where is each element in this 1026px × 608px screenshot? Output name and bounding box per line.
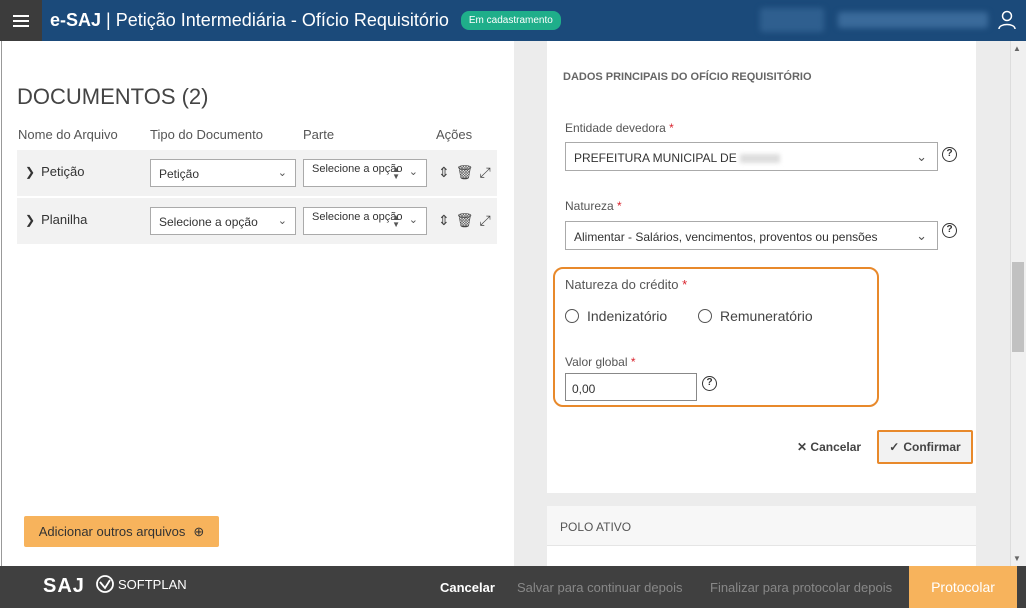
form-cancel-button[interactable]: ✕ Cancelar — [797, 440, 861, 454]
reorder-icon[interactable]: ⇕ — [438, 212, 456, 228]
radio-circle-icon[interactable] — [698, 309, 712, 323]
app-title: e-SAJ | Petição Intermediária - Ofício R… — [50, 10, 449, 31]
blurred-text — [740, 154, 781, 164]
user-name-blurred — [838, 12, 988, 28]
status-badge: Em cadastramento — [460, 11, 561, 30]
valor-global-label: Valor global * — [565, 355, 636, 369]
row-actions: ⇕🗑⤢ — [438, 212, 497, 229]
chevron-down-icon: ⌄ — [277, 167, 287, 179]
user-icon[interactable] — [998, 10, 1016, 30]
section-title: DADOS PRINCIPAIS DO OFÍCIO REQUISITÓRIO — [563, 71, 812, 83]
col-tipo-documento: Tipo do Documento — [150, 127, 263, 142]
radio-remuneratorio[interactable]: Remuneratório — [698, 308, 813, 324]
table-row: ❯ Petição Petição ⌄ Selecione a opção ▲ ▼ … — [17, 150, 497, 196]
plus-circle-icon: ⊕ — [193, 523, 205, 539]
natureza-select[interactable]: Alimentar - Salários, vencimentos, prove… — [565, 221, 938, 250]
radio-indenizatorio[interactable]: Indenizatório — [565, 308, 667, 324]
chevron-down-icon: ⌄ — [916, 149, 927, 164]
chevron-right-icon[interactable]: ❯ — [25, 213, 35, 227]
parte-select[interactable]: Selecione a opção ▲ ▼ ⌄ — [303, 159, 427, 187]
saj-logo: SAJ — [43, 575, 85, 597]
col-acoes: Ações — [436, 127, 473, 142]
protocolar-button[interactable]: Protocolar — [909, 566, 1017, 608]
softplan-logo-icon — [96, 575, 114, 593]
chevron-down-icon: ⌄ — [408, 214, 418, 226]
page-title: Petição Intermediária - Ofício Requisitó… — [115, 10, 449, 30]
valor-global-input[interactable]: 0,00 — [565, 373, 697, 401]
footer-cancel-button[interactable]: Cancelar — [440, 580, 495, 595]
title-separator: | — [106, 10, 111, 30]
scroll-up-icon[interactable]: ▲ — [1013, 44, 1021, 53]
expand-icon[interactable]: ⤢ — [480, 212, 497, 228]
row-actions: ⇕🗑⤢ — [438, 164, 497, 181]
softplan-logo: SOFTPLAN — [96, 575, 187, 593]
documents-panel — [1, 41, 514, 566]
expand-icon[interactable]: ⤢ — [480, 164, 497, 180]
spinner-icon[interactable]: ▲ ▼ — [392, 166, 400, 181]
spinner-icon[interactable]: ▲ ▼ — [392, 214, 400, 229]
confirm-button[interactable]: ✓ Confirmar — [877, 430, 973, 464]
entidade-select[interactable]: PREFEITURA MUNICIPAL DE ⌄ — [565, 142, 938, 171]
documents-title: DOCUMENTOS (2) — [17, 84, 209, 109]
tipo-documento-select[interactable]: Petição ⌄ — [150, 159, 296, 187]
tipo-documento-select[interactable]: Selecione a opção ⌄ — [150, 207, 296, 235]
save-later-button[interactable]: Salvar para continuar depois — [517, 580, 683, 595]
chevron-right-icon[interactable]: ❯ — [25, 165, 35, 179]
trash-icon[interactable]: 🗑 — [456, 212, 480, 228]
chevron-down-icon: ⌄ — [277, 215, 287, 227]
close-icon: ✕ — [797, 440, 808, 454]
help-icon[interactable]: ? — [942, 147, 957, 162]
finalize-later-button[interactable]: Finalizar para protocolar depois — [710, 580, 892, 595]
chevron-down-icon: ⌄ — [916, 228, 927, 243]
reorder-icon[interactable]: ⇕ — [438, 164, 456, 180]
check-icon: ✓ — [889, 440, 900, 454]
entidade-label: Entidade devedora * — [565, 121, 674, 135]
help-icon[interactable]: ? — [942, 223, 957, 238]
trash-icon[interactable]: 🗑 — [456, 164, 480, 180]
chevron-down-icon: ⌄ — [408, 166, 418, 178]
polo-ativo-title: POLO ATIVO — [560, 520, 632, 534]
app-name: e-SAJ — [50, 10, 102, 30]
radio-circle-icon[interactable] — [565, 309, 579, 323]
natureza-label: Natureza * — [565, 199, 622, 213]
doc-name-planilha[interactable]: ❯ Planilha — [25, 212, 87, 227]
natureza-credito-label: Natureza do crédito * — [565, 277, 688, 292]
parte-select[interactable]: Selecione a opção ▲ ▼ ⌄ — [303, 207, 427, 235]
doc-name-peticao[interactable]: ❯ Petição — [25, 164, 84, 179]
table-row: ❯ Planilha Selecione a opção ⌄ Selecione … — [17, 198, 497, 244]
col-nome-arquivo: Nome do Arquivo — [18, 127, 118, 142]
court-logo-blurred — [760, 8, 824, 32]
scroll-down-icon[interactable]: ▼ — [1013, 554, 1021, 563]
help-icon[interactable]: ? — [702, 376, 717, 391]
scroll-thumb[interactable] — [1012, 262, 1024, 352]
col-parte: Parte — [303, 127, 335, 142]
menu-icon[interactable] — [0, 0, 42, 41]
add-files-button[interactable]: Adicionar outros arquivos ⊕ — [24, 516, 219, 547]
